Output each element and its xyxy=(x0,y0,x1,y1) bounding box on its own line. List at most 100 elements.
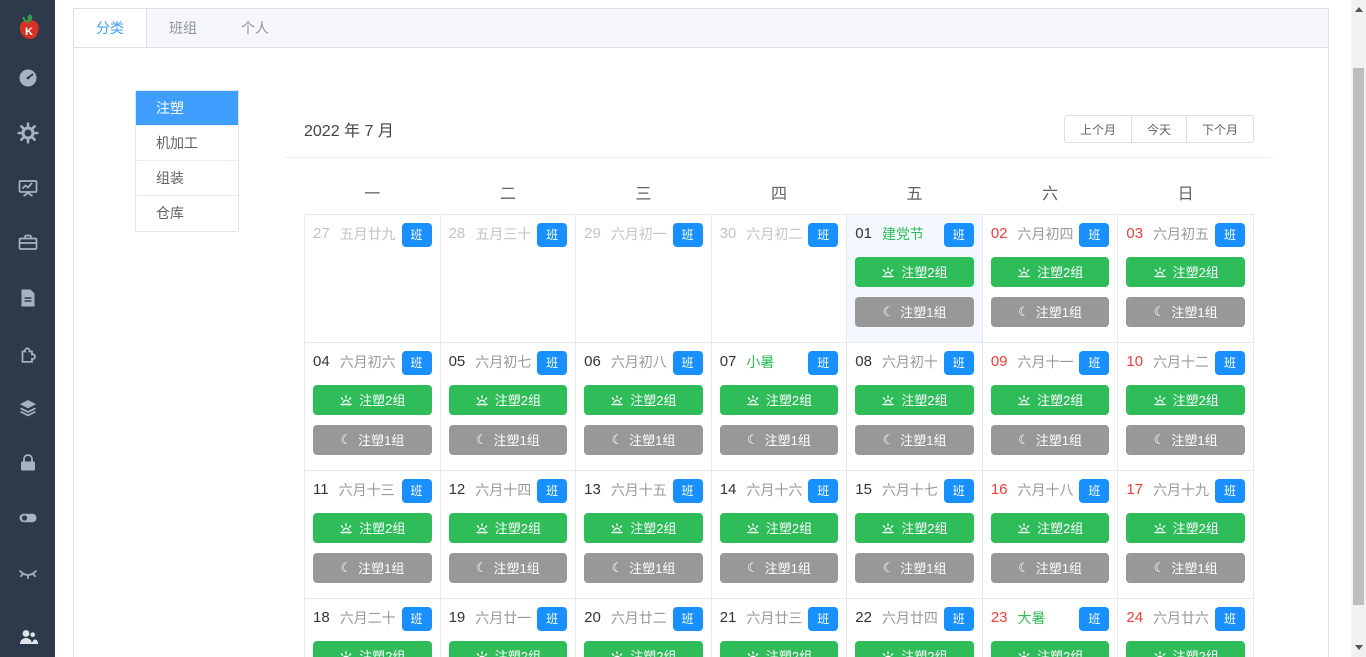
calendar-cell[interactable]: 14 六月十六班注塑2组 ☾ 注塑1组 xyxy=(710,469,848,599)
day-shift-button[interactable]: 注塑2组 xyxy=(990,640,1110,657)
shift-badge[interactable]: 班 xyxy=(672,606,703,631)
shift-badge[interactable]: 班 xyxy=(808,350,839,375)
sidebar-item-documents[interactable] xyxy=(0,287,55,309)
calendar-cell[interactable]: 23大暑班注塑2组☾注塑1组 xyxy=(981,597,1119,657)
sidebar-item-settings[interactable] xyxy=(0,122,55,144)
day-shift-button[interactable]: 注塑2组 xyxy=(719,512,839,543)
day-shift-button[interactable]: 注塑2组 xyxy=(584,640,703,657)
day-shift-button[interactable]: 注塑2组 xyxy=(584,384,703,415)
sidebar-item-monitor[interactable] xyxy=(0,562,55,584)
shift-badge[interactable]: 班 xyxy=(401,222,432,247)
shift-badge[interactable]: 班 xyxy=(1215,478,1245,503)
night-shift-button[interactable]: ☾ 注塑1组 xyxy=(990,424,1110,455)
shift-badge[interactable]: 班 xyxy=(943,478,974,503)
shift-badge[interactable]: 班 xyxy=(401,478,432,503)
tab-team[interactable]: 班组 xyxy=(147,9,219,47)
category-item-zhusu[interactable]: 注塑 xyxy=(136,91,238,126)
night-shift-button[interactable]: ☾ 注塑1组 xyxy=(584,424,703,455)
shift-badge[interactable]: 班 xyxy=(401,606,432,631)
night-shift-button[interactable]: ☾ 注塑1组 xyxy=(855,552,974,583)
sidebar-item-switches[interactable] xyxy=(0,507,55,529)
calendar-cell[interactable]: 05 六月初七班注塑2组 ☾ 注塑1组 xyxy=(439,341,577,471)
category-item-cangku[interactable]: 仓库 xyxy=(136,196,238,231)
night-shift-button[interactable]: ☾ 注塑1组 xyxy=(584,552,703,583)
shift-badge[interactable]: 班 xyxy=(1079,222,1110,247)
sidebar-item-plugins[interactable] xyxy=(0,342,55,364)
day-shift-button[interactable]: 注塑2组 xyxy=(990,512,1110,543)
day-shift-button[interactable]: 注塑2组 xyxy=(990,256,1110,287)
day-shift-button[interactable]: 注塑2组 xyxy=(855,384,974,415)
night-shift-button[interactable]: ☾ 注塑1组 xyxy=(448,552,568,583)
day-shift-button[interactable]: 注塑2组 xyxy=(1126,384,1245,415)
calendar-cell[interactable]: 08 六月初十班注塑2组 ☾ 注塑1组 xyxy=(846,341,983,471)
calendar-cell[interactable]: 06 六月初八班注塑2组 ☾ 注塑1组 xyxy=(575,341,712,471)
sidebar-item-reports[interactable] xyxy=(0,177,55,199)
shift-badge[interactable]: 班 xyxy=(1215,606,1245,631)
shift-badge[interactable]: 班 xyxy=(808,606,839,631)
category-item-zuzhuang[interactable]: 组装 xyxy=(136,161,238,196)
day-shift-button[interactable]: 注塑2组 xyxy=(584,512,703,543)
day-shift-button[interactable]: 注塑2组 xyxy=(1126,256,1245,287)
calendar-cell[interactable]: 15 六月十七班注塑2组 ☾ 注塑1组 xyxy=(846,469,983,599)
category-item-jijiagong[interactable]: 机加工 xyxy=(136,126,238,161)
calendar-cell[interactable]: 01 建党节 班注塑2组 ☾ 注塑1组 xyxy=(846,213,983,343)
shift-badge[interactable]: 班 xyxy=(537,606,568,631)
day-shift-button[interactable]: 注塑2组 xyxy=(719,640,839,657)
sidebar-item-users[interactable] xyxy=(0,626,55,648)
day-shift-button[interactable]: 注塑2组 xyxy=(448,384,568,415)
shift-badge[interactable]: 班 xyxy=(401,350,432,375)
calendar-cell[interactable]: 30 六月初二班 xyxy=(710,213,848,343)
calendar-cell[interactable]: 29 六月初一班 xyxy=(575,213,712,343)
shift-badge[interactable]: 班 xyxy=(672,350,703,375)
vertical-scrollbar[interactable] xyxy=(1351,0,1366,657)
shift-badge[interactable]: 班 xyxy=(1215,222,1245,247)
night-shift-button[interactable]: ☾ 注塑1组 xyxy=(1126,424,1245,455)
night-shift-button[interactable]: ☾ 注塑1组 xyxy=(990,552,1110,583)
calendar-cell[interactable]: 24六月廿六班注塑2组☾注塑1组 xyxy=(1117,597,1254,657)
shift-badge[interactable]: 班 xyxy=(943,606,974,631)
tab-personal[interactable]: 个人 xyxy=(219,9,291,47)
calendar-cell[interactable]: 04 六月初六班注塑2组 ☾ 注塑1组 xyxy=(304,341,441,471)
day-shift-button[interactable]: 注塑2组 xyxy=(1126,512,1245,543)
shift-badge[interactable]: 班 xyxy=(1215,350,1245,375)
shift-badge[interactable]: 班 xyxy=(537,350,568,375)
shift-badge[interactable]: 班 xyxy=(672,478,703,503)
day-shift-button[interactable]: 注塑2组 xyxy=(855,256,974,287)
night-shift-button[interactable]: ☾ 注塑1组 xyxy=(1126,552,1245,583)
calendar-cell[interactable]: 19六月廿一班注塑2组☾注塑1组 xyxy=(439,597,577,657)
shift-badge[interactable]: 班 xyxy=(1079,478,1110,503)
prev-month-button[interactable]: 上个月 xyxy=(1063,115,1132,143)
sidebar-item-security[interactable] xyxy=(0,452,55,474)
night-shift-button[interactable]: ☾ 注塑1组 xyxy=(313,424,432,455)
shift-badge[interactable]: 班 xyxy=(943,350,974,375)
next-month-button[interactable]: 下个月 xyxy=(1185,115,1254,143)
day-shift-button[interactable]: 注塑2组 xyxy=(855,640,974,657)
day-shift-button[interactable]: 注塑2组 xyxy=(990,384,1110,415)
shift-badge[interactable]: 班 xyxy=(672,222,703,247)
shift-badge[interactable]: 班 xyxy=(943,222,974,247)
calendar-cell[interactable]: 20六月廿二班注塑2组☾注塑1组 xyxy=(575,597,712,657)
calendar-cell[interactable]: 07 小暑 班注塑2组 ☾ 注塑1组 xyxy=(710,341,848,471)
calendar-cell[interactable]: 13 六月十五班注塑2组 ☾ 注塑1组 xyxy=(575,469,712,599)
sidebar-item-dashboard[interactable] xyxy=(0,67,55,89)
scroll-up-arrow-icon[interactable] xyxy=(1351,2,1366,17)
day-shift-button[interactable]: 注塑2组 xyxy=(1126,640,1245,657)
night-shift-button[interactable]: ☾ 注塑1组 xyxy=(855,424,974,455)
night-shift-button[interactable]: ☾ 注塑1组 xyxy=(1126,296,1245,327)
night-shift-button[interactable]: ☾ 注塑1组 xyxy=(313,552,432,583)
shift-badge[interactable]: 班 xyxy=(1079,606,1110,631)
scroll-down-arrow-icon[interactable] xyxy=(1351,640,1366,655)
calendar-cell[interactable]: 09 六月十一班注塑2组 ☾ 注塑1组 xyxy=(981,341,1119,471)
day-shift-button[interactable]: 注塑2组 xyxy=(719,384,839,415)
shift-badge[interactable]: 班 xyxy=(808,222,839,247)
day-shift-button[interactable]: 注塑2组 xyxy=(313,384,432,415)
calendar-cell[interactable]: 18六月二十班注塑2组☾注塑1组 xyxy=(304,597,441,657)
day-shift-button[interactable]: 注塑2组 xyxy=(855,512,974,543)
calendar-cell[interactable]: 21六月廿三班注塑2组☾注塑1组 xyxy=(710,597,848,657)
day-shift-button[interactable]: 注塑2组 xyxy=(313,640,432,657)
night-shift-button[interactable]: ☾ 注塑1组 xyxy=(448,424,568,455)
calendar-cell[interactable]: 17 六月十九班注塑2组 ☾ 注塑1组 xyxy=(1117,469,1254,599)
calendar-cell[interactable]: 03 六月初五班注塑2组 ☾ 注塑1组 xyxy=(1117,213,1254,343)
calendar-cell[interactable]: 22六月廿四班注塑2组☾注塑1组 xyxy=(846,597,983,657)
scrollbar-thumb[interactable] xyxy=(1353,68,1364,605)
